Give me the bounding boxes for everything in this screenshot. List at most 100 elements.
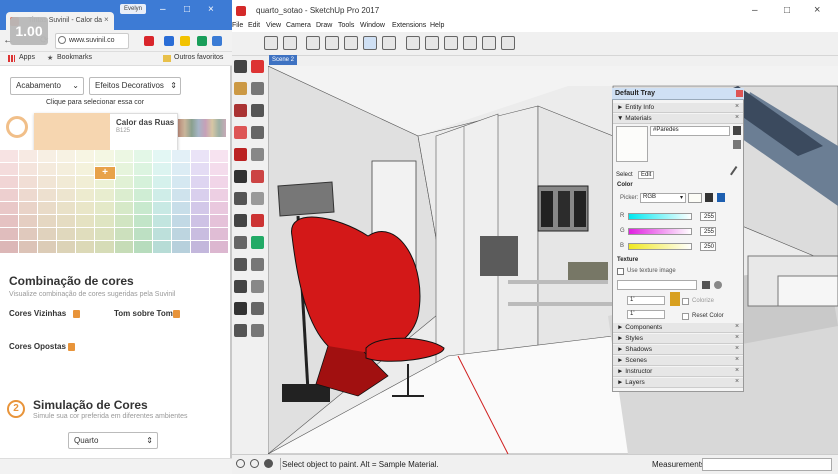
- color-grid-swatch[interactable]: [171, 228, 190, 240]
- color-grid-swatch[interactable]: [190, 189, 209, 201]
- browser-maximize-button[interactable]: □: [184, 4, 190, 15]
- color-grid-swatch[interactable]: [133, 202, 152, 214]
- tray-section-shadows[interactable]: ► Shadows: [613, 345, 743, 355]
- drawing-tool-icon[interactable]: [251, 60, 264, 73]
- decorative-effects-dropdown[interactable]: Efeitos Decorativos ⇕: [89, 77, 181, 95]
- drawing-tool-icon[interactable]: [234, 258, 247, 271]
- tab-close-icon[interactable]: ×: [104, 15, 109, 24]
- color-grid-swatch[interactable]: [190, 215, 209, 227]
- browse-texture-icon[interactable]: [714, 281, 722, 289]
- color-grid-swatch[interactable]: [171, 189, 190, 201]
- color-grid-swatch[interactable]: [57, 215, 76, 227]
- house-front-icon[interactable]: [425, 36, 439, 50]
- color-grid-swatch[interactable]: [171, 241, 190, 253]
- select-tab[interactable]: Select: [616, 172, 633, 178]
- color-grid-swatch[interactable]: [171, 163, 190, 175]
- tray-section-close-icon[interactable]: ×: [735, 334, 739, 341]
- shaded-style-icon[interactable]: [344, 36, 358, 50]
- su-minimize-button[interactable]: –: [752, 5, 758, 16]
- r-value-field[interactable]: 255: [700, 212, 716, 221]
- b-slider[interactable]: [628, 243, 692, 250]
- match-screen-icon[interactable]: [717, 193, 725, 202]
- r-slider[interactable]: [628, 213, 692, 220]
- drawing-tool-icon[interactable]: [234, 324, 247, 337]
- house-back-icon[interactable]: [482, 36, 496, 50]
- color-grid-swatch[interactable]: [57, 241, 76, 253]
- extension-blue-icon[interactable]: [164, 36, 174, 46]
- tray-section-close-icon[interactable]: ×: [735, 356, 739, 363]
- color-grid-swatch[interactable]: [19, 163, 38, 175]
- color-grid-swatch[interactable]: [95, 241, 114, 253]
- link-aspect-icon[interactable]: [670, 292, 680, 306]
- color-grid-swatch[interactable]: [209, 241, 228, 253]
- tray-section-styles[interactable]: ► Styles: [613, 334, 743, 344]
- color-grid-swatch[interactable]: [133, 241, 152, 253]
- tray-section-close-icon[interactable]: ×: [735, 345, 739, 352]
- tray-section-scenes[interactable]: ► Scenes: [613, 356, 743, 366]
- color-grid-swatch[interactable]: [38, 176, 57, 188]
- color-grid-swatch[interactable]: [133, 163, 152, 175]
- color-grid-swatch[interactable]: [19, 228, 38, 240]
- color-grid-swatch[interactable]: [171, 202, 190, 214]
- drawing-tool-icon[interactable]: [251, 148, 264, 161]
- color-grid-swatch[interactable]: [209, 202, 228, 214]
- color-grid-swatch[interactable]: [133, 215, 152, 227]
- color-grid-swatch[interactable]: [57, 228, 76, 240]
- menu-window[interactable]: Window: [360, 22, 385, 29]
- drawing-tool-icon[interactable]: [251, 258, 264, 271]
- texture-path-field[interactable]: [617, 280, 697, 290]
- drawing-tool-icon[interactable]: [251, 192, 264, 205]
- match-model-icon[interactable]: [705, 193, 713, 202]
- color-grid-swatch[interactable]: [152, 150, 171, 162]
- color-grid-swatch[interactable]: [19, 215, 38, 227]
- wireframe-style-icon[interactable]: [325, 36, 339, 50]
- color-grid-swatch[interactable]: [114, 189, 133, 201]
- color-grid-swatch[interactable]: [19, 202, 38, 214]
- texture-width-field[interactable]: 1': [627, 296, 665, 305]
- drawing-tool-icon[interactable]: [234, 148, 247, 161]
- drawing-tool-icon[interactable]: [251, 236, 264, 249]
- menu-view[interactable]: View: [266, 22, 281, 29]
- tray-close-icon[interactable]: [736, 90, 743, 97]
- neighbor-colors-link[interactable]: Cores Vizinhas: [9, 309, 66, 318]
- color-grid-swatch[interactable]: [209, 176, 228, 188]
- opposite-colors-link[interactable]: Cores Opostas: [9, 342, 66, 351]
- color-grid-swatch[interactable]: [209, 150, 228, 162]
- drawing-tool-icon[interactable]: [251, 82, 264, 95]
- house-left-icon[interactable]: [501, 36, 515, 50]
- drawing-tool-icon[interactable]: [251, 214, 264, 227]
- tray-section-close-icon[interactable]: ×: [735, 378, 739, 385]
- color-grid-swatch[interactable]: [152, 189, 171, 201]
- color-grid-swatch[interactable]: [38, 202, 57, 214]
- bookmark-bookmarks[interactable]: Bookmarks: [57, 54, 92, 61]
- color-grid-swatch[interactable]: [95, 215, 114, 227]
- drawing-tool-icon[interactable]: [234, 104, 247, 117]
- picker-select[interactable]: RGB ▾: [640, 193, 686, 203]
- menu-camera[interactable]: Camera: [286, 22, 311, 29]
- color-grid-swatch[interactable]: [57, 150, 76, 162]
- color-grid-swatch[interactable]: [190, 176, 209, 188]
- color-grid-swatch[interactable]: [0, 176, 19, 188]
- extension-blue2-icon[interactable]: [212, 36, 222, 46]
- color-grid-swatch[interactable]: [57, 189, 76, 201]
- house-icon[interactable]: [444, 36, 458, 50]
- color-grid-swatch[interactable]: [76, 202, 95, 214]
- material-display-icon[interactable]: [733, 126, 741, 135]
- color-grid-swatch[interactable]: [190, 150, 209, 162]
- bookmark-other-favorites[interactable]: Outros favoritos: [174, 54, 223, 61]
- color-grid-swatch[interactable]: [190, 202, 209, 214]
- color-grid-swatch[interactable]: [209, 163, 228, 175]
- color-grid-swatch[interactable]: [209, 189, 228, 201]
- component-icon[interactable]: [406, 36, 420, 50]
- color-grid-swatch[interactable]: [152, 228, 171, 240]
- color-grid-swatch[interactable]: [38, 241, 57, 253]
- color-grid-swatch[interactable]: [38, 189, 57, 201]
- create-material-icon[interactable]: [733, 140, 741, 149]
- tray-section-materials[interactable]: ▼ Materials: [613, 114, 743, 124]
- tray-section-components[interactable]: ► Components: [613, 323, 743, 333]
- color-grid-swatch[interactable]: [190, 241, 209, 253]
- color-grid-swatch[interactable]: [152, 202, 171, 214]
- color-grid-swatch[interactable]: [0, 163, 19, 175]
- drawing-tool-icon[interactable]: [234, 170, 247, 183]
- color-grid[interactable]: [0, 150, 228, 253]
